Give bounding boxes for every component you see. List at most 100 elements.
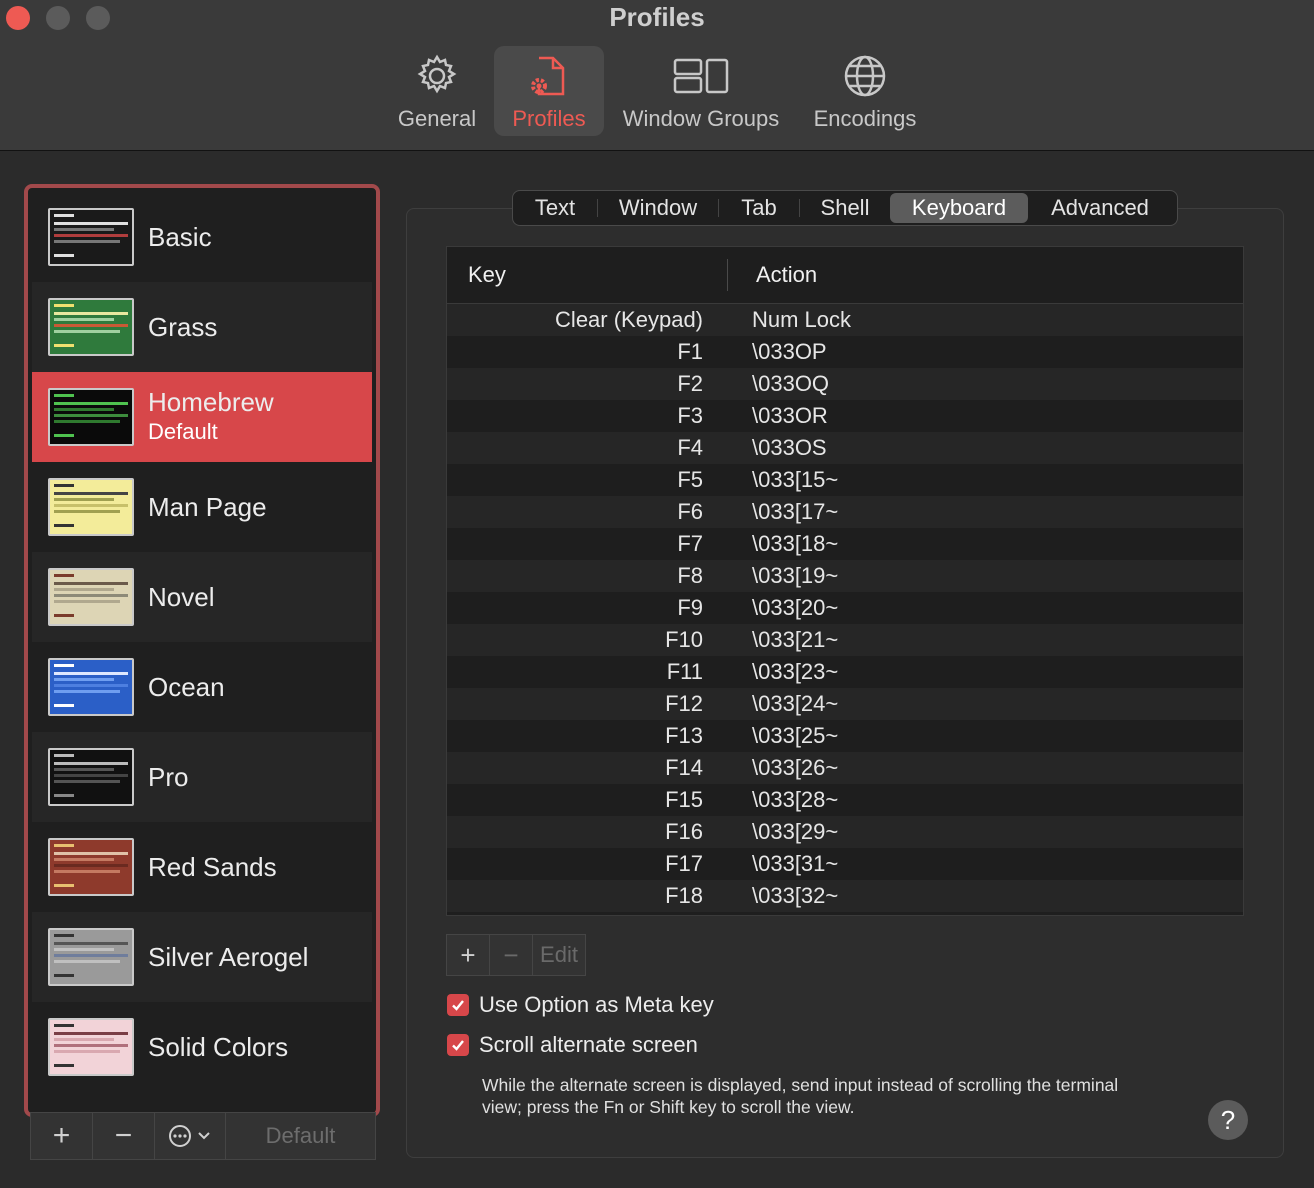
table-row[interactable]: F4 \033OS	[447, 432, 1243, 464]
table-row[interactable]: F1 \033OP	[447, 336, 1243, 368]
toolbar-encodings[interactable]: Encodings	[806, 46, 924, 136]
table-row[interactable]: F15 \033[28~	[447, 784, 1243, 816]
table-row[interactable]: F10 \033[21~	[447, 624, 1243, 656]
key-cell: F18	[665, 883, 703, 908]
add-profile-button[interactable]: +	[31, 1113, 93, 1159]
globe-icon	[844, 55, 886, 97]
table-row[interactable]: F7 \033[18~	[447, 528, 1243, 560]
table-row[interactable]: F16 \033[29~	[447, 816, 1243, 848]
profile-item-silver-aerogel[interactable]: Silver Aerogel	[32, 912, 372, 1002]
add-key-button[interactable]: +	[447, 935, 490, 975]
action-cell: \033[32~	[752, 883, 839, 908]
table-row[interactable]: F6 \033[17~	[447, 496, 1243, 528]
key-cell: F12	[665, 691, 703, 716]
tab-keyboard[interactable]: Keyboard	[890, 193, 1028, 223]
key-cell: F3	[677, 403, 703, 428]
profile-thumbnail	[48, 478, 134, 536]
set-default-button[interactable]: Default	[226, 1113, 375, 1159]
toolbar-window-groups-label: Window Groups	[622, 106, 780, 131]
profile-item-pro[interactable]: Pro	[32, 732, 372, 822]
key-cell: Clear (Keypad)	[555, 307, 703, 332]
profile-item-novel[interactable]: Novel	[32, 552, 372, 642]
action-cell: \033[28~	[752, 787, 839, 812]
toolbar-encodings-label: Encodings	[813, 106, 917, 131]
profile-thumbnail	[48, 568, 134, 626]
toolbar-profiles-label: Profiles	[512, 106, 586, 131]
profile-name: Novel	[148, 582, 215, 612]
help-button[interactable]: ?	[1208, 1100, 1248, 1140]
action-cell: \033[15~	[752, 467, 839, 492]
scroll-alternate-screen-checkbox[interactable]: Scroll alternate screen	[447, 1032, 698, 1058]
profile-name: Grass	[148, 312, 218, 342]
profile-list[interactable]: Basic Grass Homebrew Default Man Page No…	[24, 184, 380, 1117]
action-cell: \033OQ	[752, 371, 830, 396]
profile-item-red-sands[interactable]: Red Sands	[32, 822, 372, 912]
action-cell: \033OP	[752, 339, 827, 364]
profile-name: Ocean	[148, 672, 225, 702]
table-row[interactable]: Clear (Keypad) Num Lock	[447, 304, 1243, 336]
key-cell: F2	[677, 371, 703, 396]
table-row[interactable]: F8 \033[19~	[447, 560, 1243, 592]
tab-shell[interactable]: Shell	[800, 193, 890, 223]
tab-advanced[interactable]: Advanced	[1028, 193, 1172, 223]
action-cell: \033OS	[752, 435, 827, 460]
table-row[interactable]: F9 \033[20~	[447, 592, 1243, 624]
action-cell: \033[17~	[752, 499, 839, 524]
profile-item-solid-colors[interactable]: Solid Colors	[32, 1002, 372, 1092]
table-row[interactable]: F5 \033[15~	[447, 464, 1243, 496]
key-cell: F7	[677, 531, 703, 556]
table-row[interactable]: F3 \033OR	[447, 400, 1243, 432]
toolbar-general[interactable]: General	[390, 46, 484, 136]
table-row[interactable]: F13 \033[25~	[447, 720, 1243, 752]
gear-icon	[417, 54, 457, 94]
table-row[interactable]: F2 \033OQ	[447, 368, 1243, 400]
key-cell: F11	[666, 659, 703, 684]
key-mapping-table[interactable]: Key Action Clear (Keypad) Num Lock F1 \033O…	[446, 246, 1244, 916]
more-actions-button[interactable]	[155, 1113, 226, 1159]
remove-profile-button[interactable]: −	[93, 1113, 155, 1159]
tab-window[interactable]: Window	[598, 193, 718, 223]
action-cell: \033[19~	[752, 563, 839, 588]
profile-item-ocean[interactable]: Ocean	[32, 642, 372, 732]
edit-key-button[interactable]: Edit	[533, 935, 585, 975]
key-cell: F16	[665, 819, 703, 844]
table-row[interactable]: F17 \033[31~	[447, 848, 1243, 880]
table-row[interactable]: F12 \033[24~	[447, 688, 1243, 720]
action-cell: \033[25~	[752, 723, 839, 748]
settings-tab-bar: Text Window Tab Shell Keyboard Advanced	[512, 190, 1178, 226]
toolbar-window-groups[interactable]: Window Groups	[614, 46, 788, 136]
table-row[interactable]: F14 \033[26~	[447, 752, 1243, 784]
profile-thumbnail	[48, 208, 134, 266]
table-row[interactable]: F11 \033[23~	[447, 656, 1243, 688]
window-groups-icon	[673, 58, 729, 94]
action-cell: \033[29~	[752, 819, 839, 844]
profile-name: Silver Aerogel	[148, 942, 309, 972]
action-cell: \033[26~	[752, 755, 839, 780]
checkbox-checked-icon[interactable]	[447, 994, 469, 1016]
option-meta-key-checkbox[interactable]: Use Option as Meta key	[447, 992, 714, 1018]
profile-thumbnail	[48, 838, 134, 896]
action-cell: \033[24~	[752, 691, 839, 716]
column-header-action[interactable]: Action	[756, 262, 817, 288]
toolbar-profiles[interactable]: Profiles	[494, 46, 604, 136]
tab-tab[interactable]: Tab	[719, 193, 799, 223]
table-row[interactable]: F18 \033[32~	[447, 880, 1243, 912]
profile-thumbnail	[48, 1018, 134, 1076]
tab-text[interactable]: Text	[513, 193, 597, 223]
key-cell: F15	[665, 787, 703, 812]
profile-item-man-page[interactable]: Man Page	[32, 462, 372, 552]
profile-item-basic[interactable]: Basic	[32, 192, 372, 282]
profile-item-homebrew[interactable]: Homebrew Default	[32, 372, 372, 462]
ellipsis-chevron-icon	[169, 1125, 210, 1147]
action-cell: \033OR	[752, 403, 828, 428]
scroll-alternate-screen-label: Scroll alternate screen	[479, 1032, 698, 1057]
action-cell: Num Lock	[752, 307, 852, 332]
profile-name: Solid Colors	[148, 1032, 289, 1062]
column-header-key[interactable]: Key	[468, 262, 506, 288]
table-body: Clear (Keypad) Num Lock F1 \033OP F2 \033OQ F3…	[447, 304, 1243, 912]
remove-key-button[interactable]: −	[490, 935, 533, 975]
profile-default-label: Default	[148, 419, 218, 444]
window-title: Profiles	[609, 2, 705, 32]
checkbox-checked-icon[interactable]	[447, 1034, 469, 1056]
profile-item-grass[interactable]: Grass	[32, 282, 372, 372]
